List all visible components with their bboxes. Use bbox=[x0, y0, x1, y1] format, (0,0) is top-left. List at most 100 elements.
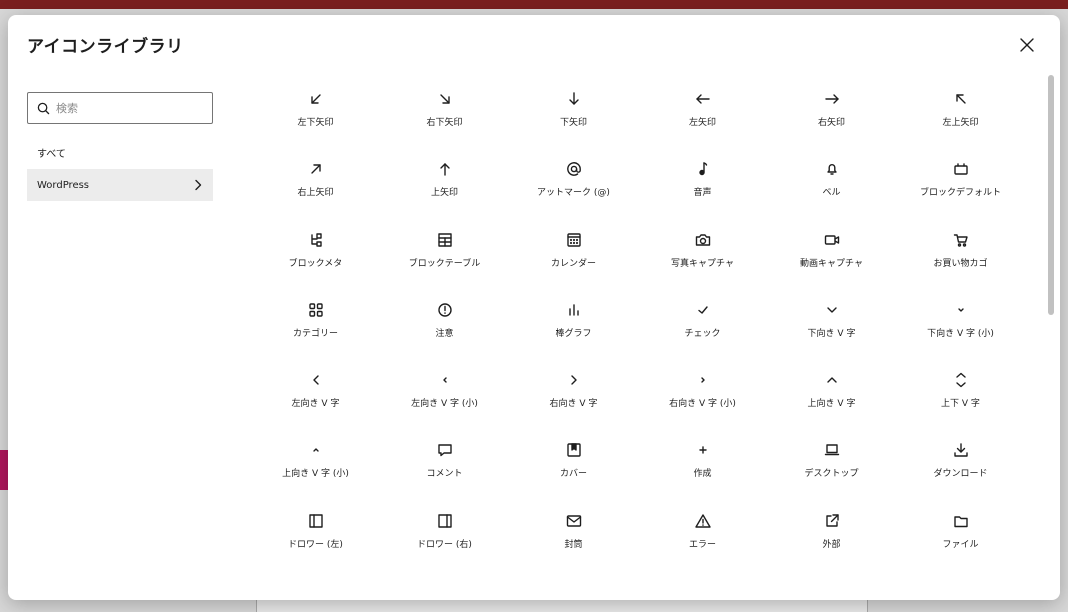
icon-item[interactable]: 動画キャプチャ bbox=[767, 222, 896, 292]
icon-item[interactable]: 注意 bbox=[380, 292, 509, 362]
icon-item[interactable]: エラー bbox=[638, 503, 767, 573]
icon-library-modal: アイコンライブラリ すべて WordPress 左下矢印 右下矢印 下矢印 左矢印 右矢… bbox=[8, 15, 1060, 600]
drawer-right-icon bbox=[437, 514, 452, 528]
icon-item[interactable]: 右上矢印 bbox=[251, 151, 380, 221]
search-input[interactable] bbox=[56, 101, 206, 115]
icon-item[interactable]: ブロックテーブル bbox=[380, 222, 509, 292]
category-icon bbox=[308, 303, 323, 317]
icon-item[interactable]: コメント bbox=[380, 432, 509, 502]
category-all[interactable]: すべて bbox=[37, 145, 66, 160]
check-icon bbox=[697, 306, 708, 314]
icon-item-label: エラー bbox=[688, 539, 716, 550]
icon-item[interactable]: 右矢印 bbox=[767, 81, 896, 151]
icon-item[interactable]: ブロックメタ bbox=[251, 222, 380, 292]
icon-item[interactable]: ベル bbox=[767, 151, 896, 221]
icon-item[interactable]: ファイル bbox=[896, 503, 1025, 573]
icon-item[interactable]: 右向き V 字 (小) bbox=[638, 362, 767, 432]
icon-item-label: アットマーク (@) bbox=[537, 188, 610, 199]
close-button[interactable] bbox=[1013, 31, 1041, 59]
icon-item[interactable]: 下向き V 字 bbox=[767, 292, 896, 362]
error-icon bbox=[694, 514, 711, 528]
category-wordpress[interactable]: WordPress bbox=[27, 169, 213, 201]
icon-item-label: 右向き V 字 (小) bbox=[669, 399, 736, 410]
icon-item[interactable]: 下矢印 bbox=[509, 81, 638, 151]
close-icon bbox=[1020, 38, 1034, 52]
background-accent-strip bbox=[0, 450, 8, 490]
icon-item-label: 右下矢印 bbox=[426, 118, 463, 128]
external-icon bbox=[825, 514, 839, 527]
background-admin-bar bbox=[0, 0, 1068, 9]
camera-icon bbox=[695, 233, 710, 246]
icon-item-label: 左向き V 字 (小) bbox=[411, 399, 478, 410]
icon-item[interactable]: カレンダー bbox=[509, 222, 638, 292]
icon-item[interactable]: 棒グラフ bbox=[509, 292, 638, 362]
icon-item[interactable]: 外部 bbox=[767, 503, 896, 573]
icon-item[interactable]: 左上矢印 bbox=[896, 81, 1025, 151]
icon-item[interactable]: 写真キャプチャ bbox=[638, 222, 767, 292]
icon-item[interactable]: ドロワー (左) bbox=[251, 503, 380, 573]
icon-item[interactable]: 下向き V 字 (小) bbox=[896, 292, 1025, 362]
chevron-up-icon bbox=[826, 377, 837, 383]
icon-item[interactable]: ドロワー (右) bbox=[380, 503, 509, 573]
icon-item-label: カテゴリー bbox=[292, 328, 338, 339]
cover-icon bbox=[566, 443, 581, 458]
icon-item-label: ドロワー (左) bbox=[288, 539, 343, 550]
icon-item[interactable]: 左向き V 字 (小) bbox=[380, 362, 509, 432]
icon-item[interactable]: カバー bbox=[509, 432, 638, 502]
icon-item-label: 外部 bbox=[822, 539, 841, 550]
icon-item-label: カバー bbox=[559, 469, 587, 480]
icon-item-label: 下矢印 bbox=[559, 118, 587, 128]
icon-item[interactable]: 上下 V 字 bbox=[896, 362, 1025, 432]
icon-item[interactable]: 左向き V 字 bbox=[251, 362, 380, 432]
icon-item[interactable]: アットマーク (@) bbox=[509, 151, 638, 221]
file-icon bbox=[953, 516, 968, 527]
icon-item-label: 作成 bbox=[693, 469, 712, 480]
icon-item-label: チェック bbox=[684, 328, 721, 339]
category-wordpress-label: WordPress bbox=[37, 179, 90, 191]
chevron-down-small-icon bbox=[957, 308, 964, 312]
icon-item[interactable]: お買い物カゴ bbox=[896, 222, 1025, 292]
shopping-cart-icon bbox=[953, 233, 968, 247]
icon-item-label: ブロックデフォルト bbox=[919, 188, 1001, 199]
arrow-up-left-icon bbox=[955, 94, 966, 104]
chevron-up-small-icon bbox=[312, 448, 319, 453]
icon-item[interactable]: 上向き V 字 bbox=[767, 362, 896, 432]
arrow-down-right-icon bbox=[439, 94, 450, 104]
chevron-right-small-icon bbox=[700, 377, 705, 383]
icon-item[interactable]: 作成 bbox=[638, 432, 767, 502]
search-field[interactable] bbox=[27, 92, 213, 124]
icon-item[interactable]: ブロックデフォルト bbox=[896, 151, 1025, 221]
icon-item[interactable]: 右向き V 字 bbox=[509, 362, 638, 432]
icon-item[interactable]: カテゴリー bbox=[251, 292, 380, 362]
calendar-icon bbox=[566, 232, 581, 247]
icon-item[interactable]: 上矢印 bbox=[380, 151, 509, 221]
icon-item-label: 写真キャプチャ bbox=[671, 258, 734, 269]
chevron-up-down-icon bbox=[955, 372, 966, 388]
icon-item[interactable]: 上向き V 字 (小) bbox=[251, 432, 380, 502]
icon-item-label: ブロックメタ bbox=[288, 258, 343, 269]
icon-item[interactable]: 左矢印 bbox=[638, 81, 767, 151]
arrow-left-icon bbox=[695, 94, 710, 104]
icon-item[interactable]: ダウンロード bbox=[896, 432, 1025, 502]
arrow-right-icon bbox=[824, 94, 839, 104]
icon-item-label: 上下 V 字 bbox=[941, 399, 980, 410]
icon-item[interactable]: 右下矢印 bbox=[380, 81, 509, 151]
icon-item[interactable]: 封筒 bbox=[509, 503, 638, 573]
icon-item[interactable]: チェック bbox=[638, 292, 767, 362]
icon-item[interactable]: 音声 bbox=[638, 151, 767, 221]
arrow-down-left-icon bbox=[310, 94, 321, 104]
icon-item-label: カレンダー bbox=[550, 258, 596, 269]
icon-item[interactable]: 左下矢印 bbox=[251, 81, 380, 151]
caution-icon bbox=[437, 303, 452, 317]
search-icon bbox=[37, 102, 50, 114]
icon-item-label: 注意 bbox=[435, 328, 454, 339]
icon-item-label: 右向き V 字 bbox=[549, 399, 598, 410]
envelope-icon bbox=[566, 515, 581, 527]
drawer-left-icon bbox=[308, 514, 323, 528]
icon-item-label: 下向き V 字 (小) bbox=[927, 328, 994, 339]
icon-item-label: 上矢印 bbox=[430, 188, 458, 199]
scrollbar-thumb[interactable] bbox=[1048, 75, 1054, 315]
create-icon bbox=[698, 446, 707, 455]
icon-item-label: 右矢印 bbox=[817, 118, 845, 128]
icon-item[interactable]: デスクトップ bbox=[767, 432, 896, 502]
